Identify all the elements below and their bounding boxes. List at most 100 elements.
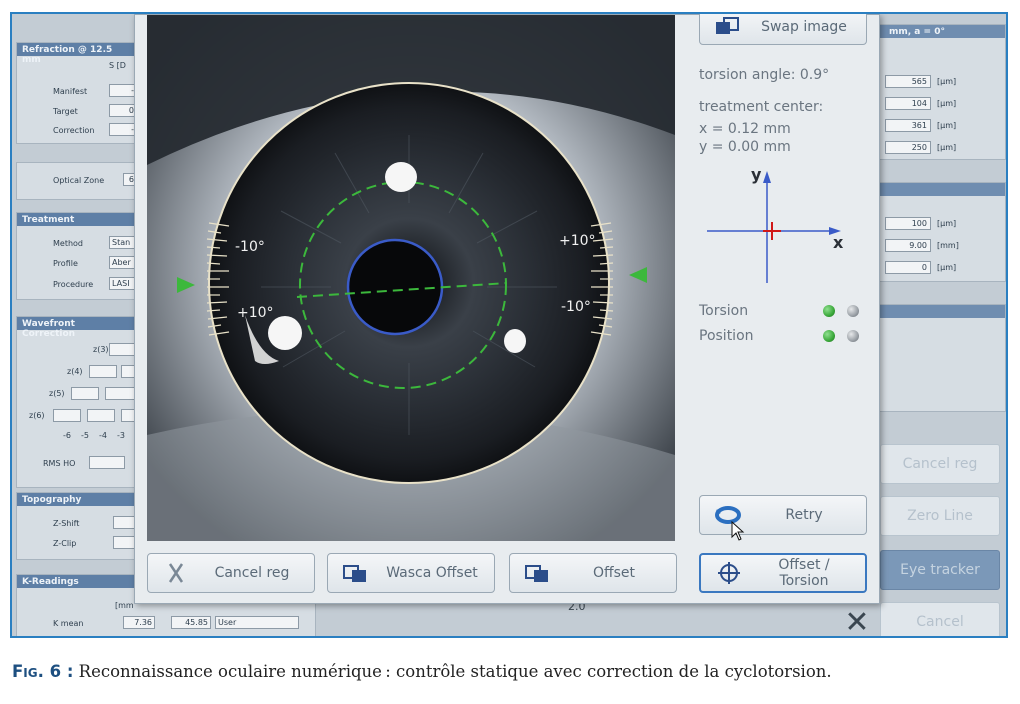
right-top-field[interactable]: 250 <box>885 141 931 154</box>
topography-row-zshift: Z-Shift <box>53 519 80 528</box>
cancel-reg-button[interactable]: Cancel reg <box>147 553 315 593</box>
right-mid-unit: [µm] <box>937 219 957 228</box>
wavefront-field[interactable] <box>71 387 99 400</box>
axis-x-label: x <box>833 233 844 252</box>
close-icon[interactable]: ✕ <box>840 606 874 637</box>
wavefront-field[interactable] <box>105 387 137 400</box>
right-mid-unit: [µm] <box>937 263 957 272</box>
refraction-row-correction: Correction <box>53 126 95 135</box>
refraction-row-manifest: Manifest <box>53 87 88 96</box>
right-top-unit: [µm] <box>937 121 957 130</box>
wavefront-scale-label: -3 <box>117 431 125 440</box>
refraction-field-manifest[interactable]: - <box>109 84 137 97</box>
bg-cancel-button[interactable]: Cancel <box>880 602 1000 636</box>
wasca-offset-icon <box>342 562 370 584</box>
right-top-panel: mm, a = 0° 565 [µm] 104 [µm] 361 [µm] 25… <box>870 24 1006 160</box>
treatment-field-procedure[interactable]: LASI <box>109 277 137 290</box>
topography-header: Topography <box>17 493 135 506</box>
treatment-field-profile[interactable]: Aber <box>109 256 137 269</box>
k-mean-label: K mean <box>53 619 84 628</box>
treatment-panel: Treatment Method Profile Procedure Stan … <box>16 212 137 300</box>
k-mean-field[interactable]: User <box>215 616 299 629</box>
k-mean-field[interactable]: 7.36 <box>123 616 155 629</box>
bg-eye-tracker-button[interactable]: Eye tracker <box>880 550 1000 590</box>
refraction-row-target: Target <box>53 107 78 116</box>
wavefront-scale-label: -4 <box>99 431 107 440</box>
k-readings-header: K-Readings <box>17 575 135 588</box>
offset-torsion-label: Offset / Torsion <box>778 557 830 589</box>
cancel-reg-icon <box>162 562 190 584</box>
wavefront-row-z4: z(4) <box>67 367 83 376</box>
treatment-header: Treatment <box>17 213 135 226</box>
cancel-reg-label: Cancel reg <box>214 565 290 581</box>
treatment-center-label: treatment center: <box>699 99 824 115</box>
treatment-row-procedure: Procedure <box>53 280 94 289</box>
topography-row-zclip: Z-Clip <box>53 539 77 548</box>
wasca-offset-label: Wasca Offset <box>386 565 478 581</box>
swap-image-icon <box>714 16 742 38</box>
right-top-unit: [µm] <box>937 99 957 108</box>
figure-caption-text: Reconnaissance oculaire numérique : cont… <box>73 662 832 681</box>
offset-torsion-button[interactable]: Offset / Torsion <box>699 553 867 593</box>
right-mid-field[interactable]: 0 <box>885 261 931 274</box>
treatment-center-plot <box>707 171 841 283</box>
offset-button[interactable]: Offset <box>509 553 677 593</box>
wasca-offset-button[interactable]: Wasca Offset <box>327 553 495 593</box>
right-top-field[interactable]: 565 <box>885 75 931 88</box>
status-torsion-label: Torsion <box>699 303 749 319</box>
refraction-header: Refraction @ 12.5 mm <box>17 43 135 65</box>
offset-label: Offset <box>592 565 636 581</box>
scale-label-right-bottom: -10° <box>561 299 591 315</box>
wavefront-field[interactable] <box>53 409 81 422</box>
treatment-center-y: y = 0.00 mm <box>699 139 791 155</box>
wavefront-field[interactable] <box>109 343 137 356</box>
right-top-field[interactable]: 361 <box>885 119 931 132</box>
bg-zero-line-button[interactable]: Zero Line <box>880 496 1000 536</box>
k-mean-field[interactable]: 45.85 <box>171 616 211 629</box>
mouse-cursor-icon <box>731 520 745 545</box>
offset-icon <box>524 562 552 584</box>
torsion-angle-text: torsion angle: 0.9° <box>699 67 830 83</box>
torsion-status-gray-icon <box>847 305 859 317</box>
position-status-gray-icon <box>847 330 859 342</box>
wavefront-scale-label: -5 <box>81 431 89 440</box>
scale-label-left-bottom: +10° <box>237 305 274 321</box>
refraction-col-label: S [D <box>109 61 126 70</box>
eye-image-view: -10° +10° +10° -10° <box>147 15 675 541</box>
right-mid-unit: [mm] <box>937 241 959 250</box>
treatment-row-method: Method <box>53 239 84 248</box>
topography-panel: Topography Z-Shift Z-Clip <box>16 492 137 560</box>
wavefront-field[interactable] <box>89 365 117 378</box>
wavefront-field[interactable] <box>87 409 115 422</box>
figure-caption: Fig. 6 : Reconnaissance oculaire numériq… <box>12 662 832 681</box>
optical-zone-panel: Optical Zone 6 <box>16 162 137 200</box>
wavefront-row-z6: z(6) <box>29 411 45 420</box>
treatment-row-profile: Profile <box>53 259 78 268</box>
retry-label: Retry <box>785 507 823 523</box>
refraction-panel: Refraction @ 12.5 mm S [D Manifest Targe… <box>16 42 137 144</box>
rms-ho-field[interactable] <box>89 456 125 469</box>
right-top-field[interactable]: 104 <box>885 97 931 110</box>
offset-torsion-icon <box>715 562 743 584</box>
bg-cancel-reg-button[interactable]: Cancel reg <box>880 444 1000 484</box>
wavefront-row-z3: z(3) <box>93 345 109 354</box>
refraction-field-correction[interactable]: - <box>109 123 137 136</box>
right-mid-field[interactable]: 100 <box>885 217 931 230</box>
position-status-green-icon <box>823 330 835 342</box>
eye-registration-dialog: -10° +10° +10° -10° Swap image torsion a… <box>134 14 880 604</box>
scale-label-left-top: -10° <box>235 239 265 255</box>
treatment-field-method[interactable]: Stan <box>109 236 137 249</box>
screenshot-frame: Refraction @ 12.5 mm S [D Manifest Targe… <box>10 12 1008 638</box>
swap-image-button[interactable]: Swap image <box>699 14 867 45</box>
wavefront-row-z5: z(5) <box>49 389 65 398</box>
refraction-field-target[interactable]: 0 <box>109 104 137 117</box>
right-lower-panel <box>870 304 1006 412</box>
k-readings-unit: [mm <box>115 601 134 610</box>
torsion-status-green-icon <box>823 305 835 317</box>
right-top-unit: [µm] <box>937 77 957 86</box>
wavefront-header: Wavefront Correction <box>17 317 135 339</box>
retry-button[interactable]: Retry <box>699 495 867 535</box>
right-mid-field[interactable]: 9.00 <box>885 239 931 252</box>
rms-ho-label: RMS HO <box>43 459 76 468</box>
wavefront-panel: Wavefront Correction z(3) z(4) z(5) z(6)… <box>16 316 137 488</box>
